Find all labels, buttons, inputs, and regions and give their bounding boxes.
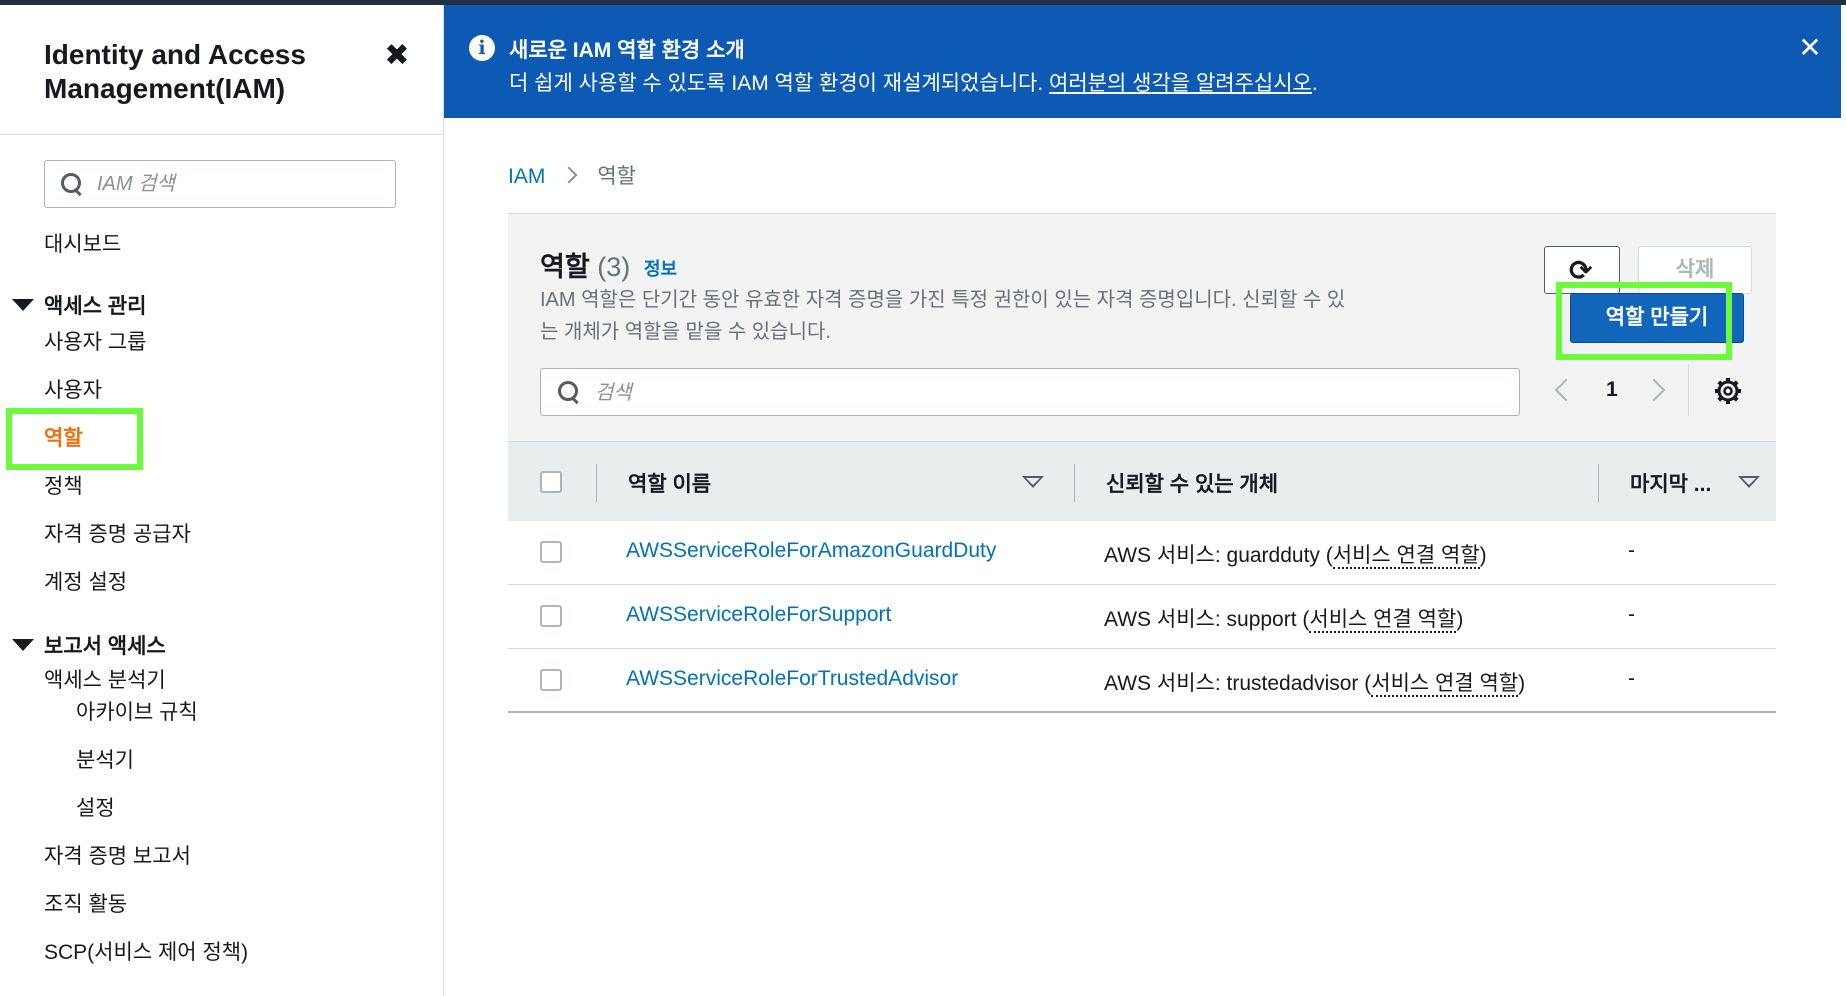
sidebar: Identity and Access Management(IAM) ✖ 대시… [0,5,444,996]
roles-search[interactable] [540,368,1520,416]
close-icon[interactable]: ✕ [1795,33,1825,63]
service-linked-role-link[interactable]: 서비스 연결 역할 [1332,544,1480,569]
banner-trail: . [1311,72,1318,95]
search-icon [61,173,83,195]
panel-title: 역할 (3) [540,245,630,284]
banner-title: 새로운 IAM 역할 환경 소개 [509,39,745,62]
info-link[interactable]: 정보 [644,255,677,281]
chevron-right-icon [560,166,578,184]
roles-panel-header: 역할 (3) 정보 IAM 역할은 단기간 동안 유효한 자격 증명을 가진 특… [508,214,1776,441]
sidebar-item-org-activity[interactable]: 조직 활동 [44,891,127,919]
sidebar-item-archive-rules[interactable]: 아카이브 규칙 [76,699,198,727]
sidebar-search[interactable] [44,160,396,208]
column-divider [1598,464,1599,502]
service-linked-role-link[interactable]: 서비스 연결 역할 [1371,672,1519,697]
sidebar-section-reports-label: 보고서 액세스 [44,635,166,658]
last-activity: - [1628,667,1635,690]
sidebar-section-access-label: 액세스 관리 [44,295,147,318]
sidebar-search-input[interactable] [97,169,387,199]
sidebar-item-user-groups[interactable]: 사용자 그룹 [44,329,146,357]
sidebar-item-access-analyzer[interactable]: 액세스 분석기 [44,667,166,695]
trusted-entity-prefix: AWS 서비스: guardduty ( [1104,544,1333,567]
sort-icon[interactable] [1022,476,1044,488]
row-checkbox[interactable] [540,605,562,627]
trusted-entity: AWS 서비스: trustedadvisor (서비스 연결 역할) [1104,667,1525,697]
sidebar-title: Identity and Access Management(IAM) [44,39,306,104]
role-name-link[interactable]: AWSServiceRoleForSupport [626,603,891,627]
row-checkbox[interactable] [540,669,562,691]
banner-message: 더 쉽게 사용할 수 있도록 IAM 역할 환경이 재설계되었습니다. [509,72,1050,95]
breadcrumb: IAM 역할 [508,160,636,190]
table-row: AWSServiceRoleForAmazonGuardDuty AWS 서비스… [508,521,1776,585]
close-icon[interactable]: ✖ [382,41,412,71]
sidebar-section-reports[interactable]: 보고서 액세스 [12,633,166,661]
sidebar-item-dashboard[interactable]: 대시보드 [44,231,121,259]
sidebar-item-identity-providers[interactable]: 자격 증명 공급자 [44,521,191,549]
caret-down-icon [12,639,34,652]
sidebar-item-credential-report[interactable]: 자격 증명 보고서 [44,843,191,871]
sidebar-item-analyzers[interactable]: 분석기 [76,747,134,775]
column-divider [596,464,597,502]
column-header-role-name[interactable]: 역할 이름 [628,468,711,498]
column-header-trusted-entities[interactable]: 신뢰할 수 있는 개체 [1106,468,1278,498]
highlight-create-role [1556,282,1732,360]
role-name-link[interactable]: AWSServiceRoleForTrustedAdvisor [626,667,958,691]
sidebar-item-scp[interactable]: SCP(서비스 제어 정책) [44,939,248,967]
role-name-link[interactable]: AWSServiceRoleForAmazonGuardDuty [626,539,996,563]
row-checkbox[interactable] [540,541,562,563]
highlight-roles [6,408,143,470]
trusted-entity-prefix: AWS 서비스: trustedadvisor ( [1104,672,1372,695]
info-banner: i 새로운 IAM 역할 환경 소개 더 쉽게 사용할 수 있도록 IAM 역할… [444,5,1841,118]
sidebar-item-account-settings[interactable]: 계정 설정 [44,569,127,597]
gear-icon[interactable] [1714,377,1742,405]
role-count: (3) [597,252,631,282]
trusted-entity-suffix: ) [1518,672,1526,695]
column-header-last-activity[interactable]: 마지막 ... [1630,468,1711,498]
trusted-entity-prefix: AWS 서비스: support ( [1104,608,1310,631]
chevron-right-icon[interactable] [1642,378,1666,402]
refresh-icon: ⟳ [1569,255,1593,286]
trusted-entity: AWS 서비스: support (서비스 연결 역할) [1104,603,1463,633]
info-icon: i [469,35,495,61]
chevron-left-icon[interactable] [1554,378,1578,402]
search-icon [558,381,580,403]
sidebar-item-settings[interactable]: 설정 [76,795,115,823]
divider [1688,364,1689,416]
column-divider [1074,464,1075,502]
table-header: 역할 이름 신뢰할 수 있는 개체 마지막 ... [508,441,1776,521]
breadcrumb-iam[interactable]: IAM [508,165,545,188]
trusted-entity-suffix: ) [1479,544,1487,567]
panel-description: IAM 역할은 단기간 동안 유효한 자격 증명을 가진 특정 권한이 있는 자… [540,289,1346,343]
breadcrumb-current: 역할 [597,165,636,188]
table-row: AWSServiceRoleForSupport AWS 서비스: suppor… [508,585,1776,649]
panel-title-text: 역할 [540,252,590,282]
select-all-checkbox[interactable] [540,471,562,493]
page-number[interactable]: 1 [1606,378,1618,402]
last-activity: - [1628,603,1635,626]
caret-down-icon [12,299,34,312]
sidebar-item-users[interactable]: 사용자 [44,377,102,405]
trusted-entity-suffix: ) [1456,608,1464,631]
last-activity: - [1628,539,1635,562]
sidebar-section-access[interactable]: 액세스 관리 [12,293,146,321]
sort-icon[interactable] [1738,476,1760,488]
trusted-entity: AWS 서비스: guardduty (서비스 연결 역할) [1104,539,1487,569]
sidebar-header: Identity and Access Management(IAM) ✖ [0,5,443,135]
roles-search-input[interactable] [595,378,1495,408]
sidebar-item-policies[interactable]: 정책 [44,473,83,501]
table-row: AWSServiceRoleForTrustedAdvisor AWS 서비스:… [508,649,1776,713]
banner-text: 더 쉽게 사용할 수 있도록 IAM 역할 환경이 재설계되었습니다. 여러분의… [509,67,1318,97]
service-linked-role-link[interactable]: 서비스 연결 역할 [1309,608,1457,633]
feedback-link[interactable]: 여러분의 생각을 알려주십시오 [1049,72,1312,95]
